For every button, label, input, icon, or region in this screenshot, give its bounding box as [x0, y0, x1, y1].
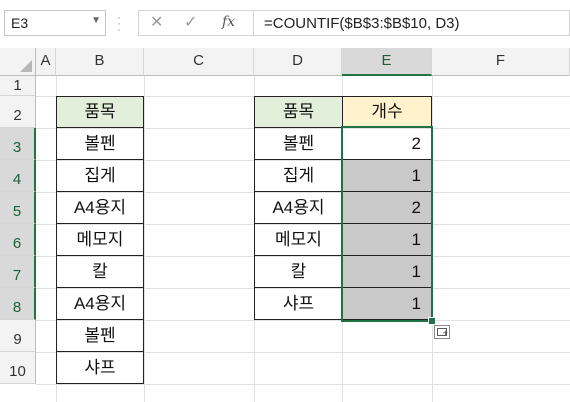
summary-item-cell[interactable]: 메모지 — [254, 223, 343, 256]
column-header-e[interactable]: E — [342, 48, 432, 76]
list-item-cell[interactable]: A4용지 — [56, 191, 144, 224]
summary-count-cell[interactable]: 1 — [342, 223, 432, 256]
row-header-5[interactable]: 5 — [0, 192, 36, 224]
summary-item-cell[interactable]: A4용지 — [254, 191, 343, 224]
summary-count-header[interactable]: 개수 — [342, 96, 432, 128]
quick-analysis-icon[interactable]: + — [434, 325, 450, 339]
list-item-cell[interactable]: 볼펜 — [56, 319, 144, 352]
row-header-2[interactable]: 2 — [0, 96, 36, 128]
row-header-8[interactable]: 8 — [0, 288, 36, 320]
summary-count-cell[interactable]: 1 — [342, 287, 432, 320]
formula-bar: E3 ▼ · · · ✕ ✓ fx =COUNTIF($B$3:$B$10, D3) — [0, 0, 570, 48]
column-header-f[interactable]: F — [432, 48, 570, 76]
column-header-c[interactable]: C — [144, 48, 254, 76]
worksheet-grid[interactable]: A B C D E F 1 2 3 4 5 6 7 8 9 10 품목 볼펜 집… — [0, 48, 570, 402]
summary-count-cell[interactable]: 1 — [342, 159, 432, 192]
row-header-10[interactable]: 10 — [0, 352, 36, 384]
summary-item-cell[interactable]: 칼 — [254, 255, 343, 288]
row-header-4[interactable]: 4 — [0, 160, 36, 192]
list-item-cell[interactable]: A4용지 — [56, 287, 144, 320]
list-header-cell[interactable]: 품목 — [56, 96, 144, 128]
chevron-down-icon[interactable]: ▼ — [91, 15, 101, 26]
row-header-7[interactable]: 7 — [0, 256, 36, 288]
summary-item-header[interactable]: 품목 — [254, 96, 343, 128]
insert-function-icon[interactable]: fx — [222, 14, 235, 30]
select-all-button[interactable] — [0, 48, 36, 76]
column-header-b[interactable]: B — [56, 48, 144, 76]
row-header-3[interactable]: 3 — [0, 128, 36, 160]
row-header-1[interactable]: 1 — [0, 76, 36, 96]
row-header-6[interactable]: 6 — [0, 224, 36, 256]
name-box-value: E3 — [11, 15, 29, 31]
summary-count-cell[interactable]: 2 — [342, 127, 432, 160]
fill-handle[interactable] — [428, 317, 436, 325]
summary-count-cell[interactable]: 2 — [342, 191, 432, 224]
formula-input[interactable]: =COUNTIF($B$3:$B$10, D3) — [254, 10, 570, 36]
summary-item-cell[interactable]: 볼펜 — [254, 127, 343, 160]
list-item-cell[interactable]: 집게 — [56, 159, 144, 192]
summary-item-cell[interactable]: 샤프 — [254, 287, 343, 320]
name-box[interactable]: E3 ▼ — [4, 10, 106, 36]
column-header-a[interactable]: A — [36, 48, 56, 76]
enter-icon[interactable]: ✓ — [184, 12, 197, 32]
row-header-9[interactable]: 9 — [0, 320, 36, 352]
cancel-icon[interactable]: ✕ — [150, 12, 163, 32]
formula-text: =COUNTIF($B$3:$B$10, D3) — [264, 15, 460, 32]
list-item-cell[interactable]: 칼 — [56, 255, 144, 288]
summary-item-cell[interactable]: 집게 — [254, 159, 343, 192]
list-item-cell[interactable]: 볼펜 — [56, 127, 144, 160]
column-header-d[interactable]: D — [254, 48, 342, 76]
summary-count-cell[interactable]: 1 — [342, 255, 432, 288]
drag-handle-icon[interactable]: · · · — [116, 11, 122, 35]
list-item-cell[interactable]: 샤프 — [56, 351, 144, 384]
list-item-cell[interactable]: 메모지 — [56, 223, 144, 256]
